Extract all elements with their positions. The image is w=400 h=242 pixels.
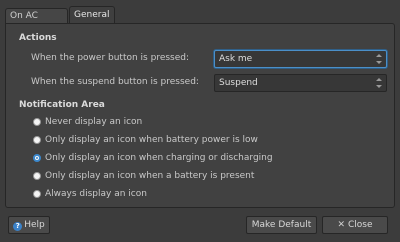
power-button-label: When the power button is pressed: bbox=[31, 53, 190, 63]
radio-icon[interactable] bbox=[33, 154, 41, 162]
suspend-button-select[interactable]: Suspend bbox=[214, 74, 387, 92]
radio-label: Only display an icon when charging or di… bbox=[45, 153, 273, 163]
suspend-button-value: Suspend bbox=[219, 78, 258, 88]
help-button-label: Help bbox=[24, 220, 45, 230]
general-panel: Actions When the power button is pressed… bbox=[5, 23, 395, 208]
radio-icon[interactable] bbox=[33, 118, 41, 126]
power-button-select[interactable]: Ask me bbox=[214, 50, 387, 68]
suspend-button-label: When the suspend button is pressed: bbox=[31, 77, 199, 87]
radio-icon[interactable] bbox=[33, 136, 41, 144]
radio-label: Only display an icon when a battery is p… bbox=[45, 171, 255, 181]
tab-on-ac-power[interactable]: On AC Power bbox=[5, 8, 68, 36]
help-button[interactable]: ? Help bbox=[8, 216, 50, 234]
power-button-value: Ask me bbox=[219, 54, 253, 64]
radio-label: Never display an icon bbox=[45, 117, 143, 127]
combo-arrows-icon bbox=[376, 77, 382, 89]
close-button-label: Close bbox=[348, 220, 373, 230]
actions-heading: Actions bbox=[19, 33, 57, 43]
notification-area-heading: Notification Area bbox=[19, 100, 105, 110]
radio-label: Always display an icon bbox=[45, 189, 147, 199]
make-default-label: Make Default bbox=[251, 220, 312, 230]
radio-label: Only display an icon when battery power … bbox=[45, 135, 258, 145]
make-default-button[interactable]: Make Default bbox=[246, 216, 317, 234]
close-icon: ✕ bbox=[337, 220, 345, 230]
close-button[interactable]: ✕ Close bbox=[322, 216, 388, 234]
help-icon: ? bbox=[13, 222, 23, 231]
combo-arrows-icon bbox=[376, 53, 382, 65]
tab-general[interactable]: General bbox=[69, 6, 115, 24]
radio-icon[interactable] bbox=[33, 190, 41, 198]
radio-icon[interactable] bbox=[33, 172, 41, 180]
